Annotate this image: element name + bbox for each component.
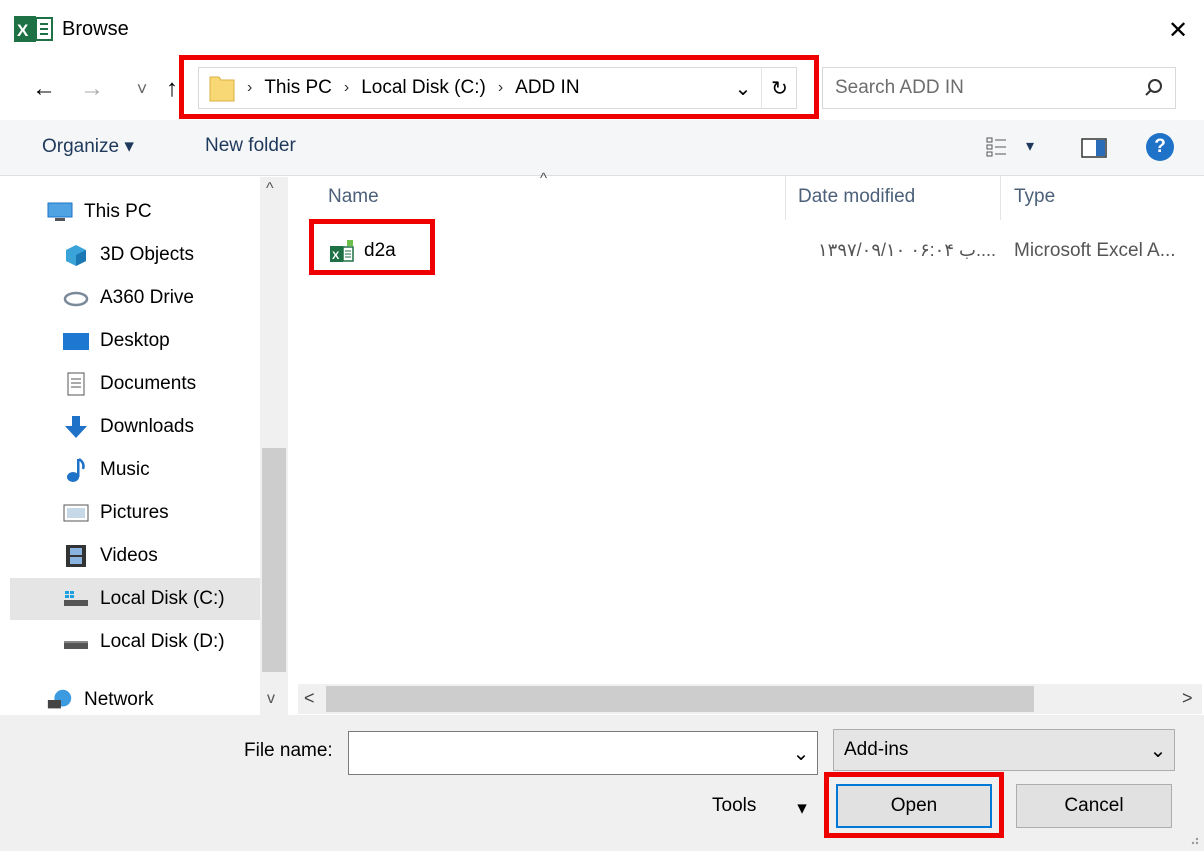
- tools-dropdown-icon[interactable]: ▾: [792, 798, 812, 819]
- network-icon: [46, 688, 74, 712]
- search-input[interactable]: Search ADD IN: [822, 67, 1176, 109]
- new-folder-button[interactable]: New folder: [205, 135, 296, 157]
- sidebar-item-label: Videos: [100, 545, 158, 566]
- chevron-down-icon: ⌄: [792, 742, 810, 765]
- up-arrow-icon: ↑: [166, 75, 178, 102]
- horizontal-scroll-thumb[interactable]: [326, 686, 1034, 712]
- view-options-icon[interactable]: [986, 136, 1008, 158]
- sidebar-item-label: Local Disk (D:): [100, 631, 225, 652]
- sidebar-item-this-pc[interactable]: This PC: [46, 191, 296, 233]
- sidebar-item-label: Music: [100, 459, 150, 480]
- tools-button[interactable]: Tools: [712, 795, 756, 817]
- column-separator[interactable]: [1000, 176, 1001, 220]
- title-bar: [0, 0, 1204, 60]
- file-date-cell: ۱۳۹۷/۰۹/۱۰ ب ۰۶:۰۴....: [817, 240, 996, 260]
- sidebar-item-label: This PC: [84, 201, 152, 222]
- help-icon[interactable]: ?: [1146, 133, 1174, 161]
- file-name-input[interactable]: [348, 731, 818, 775]
- sidebar-item-label: Downloads: [100, 416, 194, 437]
- chevron-down-icon: ˅: [136, 78, 148, 99]
- forward-arrow-icon: →: [80, 75, 104, 102]
- sidebar-item-label: Local Disk (C:): [100, 588, 225, 609]
- cube-icon: [62, 243, 90, 267]
- drive-windows-icon: [62, 587, 90, 611]
- music-note-icon: [62, 457, 90, 482]
- preview-pane-icon[interactable]: [1080, 137, 1108, 159]
- window-title: Browse: [62, 18, 129, 40]
- address-highlight-box: [179, 55, 819, 119]
- close-icon: ✕: [1167, 16, 1189, 44]
- search-icon[interactable]: [1138, 72, 1170, 104]
- pc-icon: [46, 200, 74, 224]
- sidebar-item-label: A360 Drive: [100, 287, 194, 308]
- file-type-dropdown-button[interactable]: ⌄: [1144, 731, 1172, 769]
- svg-text:X: X: [17, 21, 29, 40]
- sidebar-item-label: Desktop: [100, 330, 170, 351]
- excel-app-icon: X: [14, 16, 54, 42]
- forward-button[interactable]: →: [76, 72, 108, 106]
- scroll-left-icon[interactable]: <: [304, 688, 315, 709]
- file-name-label: File name:: [244, 740, 333, 761]
- sidebar-item-label: Documents: [100, 373, 197, 394]
- recent-locations-button[interactable]: ˅: [130, 72, 154, 106]
- file-type-cell: Microsoft Excel A...: [1014, 240, 1176, 261]
- view-dropdown-icon[interactable]: ▾: [1026, 136, 1034, 156]
- command-toolbar: [0, 120, 1204, 176]
- resize-grip-icon[interactable]: [1184, 830, 1200, 846]
- pictures-icon: [62, 501, 90, 525]
- drive-icon: [62, 630, 90, 654]
- open-highlight-box: [824, 772, 1004, 838]
- sort-ascending-icon: ^: [540, 170, 548, 187]
- back-arrow-icon: ←: [32, 75, 56, 102]
- scroll-right-icon[interactable]: >: [1182, 688, 1193, 709]
- navigation-pane-scroll-thumb[interactable]: [262, 448, 286, 672]
- back-button[interactable]: ←: [26, 72, 62, 106]
- column-separator[interactable]: [785, 176, 786, 220]
- column-header-name[interactable]: Name: [328, 186, 379, 208]
- documents-icon: [62, 372, 90, 396]
- desktop-icon: [62, 329, 90, 353]
- close-button[interactable]: ✕: [1156, 10, 1200, 50]
- file-highlight-box: [309, 219, 435, 275]
- cloud-drive-icon: [62, 286, 90, 310]
- column-header-date-modified[interactable]: Date modified: [798, 186, 915, 208]
- sidebar-item-label: 3D Objects: [100, 244, 194, 265]
- sidebar-item-label: Pictures: [100, 502, 169, 523]
- chevron-down-icon: ⌄: [1149, 739, 1167, 762]
- cancel-button[interactable]: Cancel: [1016, 784, 1172, 828]
- download-arrow-icon: [62, 415, 90, 439]
- scroll-up-icon[interactable]: ^: [266, 180, 274, 198]
- column-header-type[interactable]: Type: [1014, 186, 1055, 208]
- file-type-select[interactable]: Add-ins: [833, 729, 1175, 771]
- file-name-dropdown-button[interactable]: ⌄: [786, 733, 816, 773]
- organize-button[interactable]: Organize ▾: [42, 135, 134, 158]
- film-icon: [62, 544, 90, 568]
- sidebar-item-label: Network: [84, 689, 154, 710]
- scroll-down-icon[interactable]: v: [267, 690, 275, 708]
- sidebar-item-local-disk-c[interactable]: Local Disk (C:): [10, 578, 260, 620]
